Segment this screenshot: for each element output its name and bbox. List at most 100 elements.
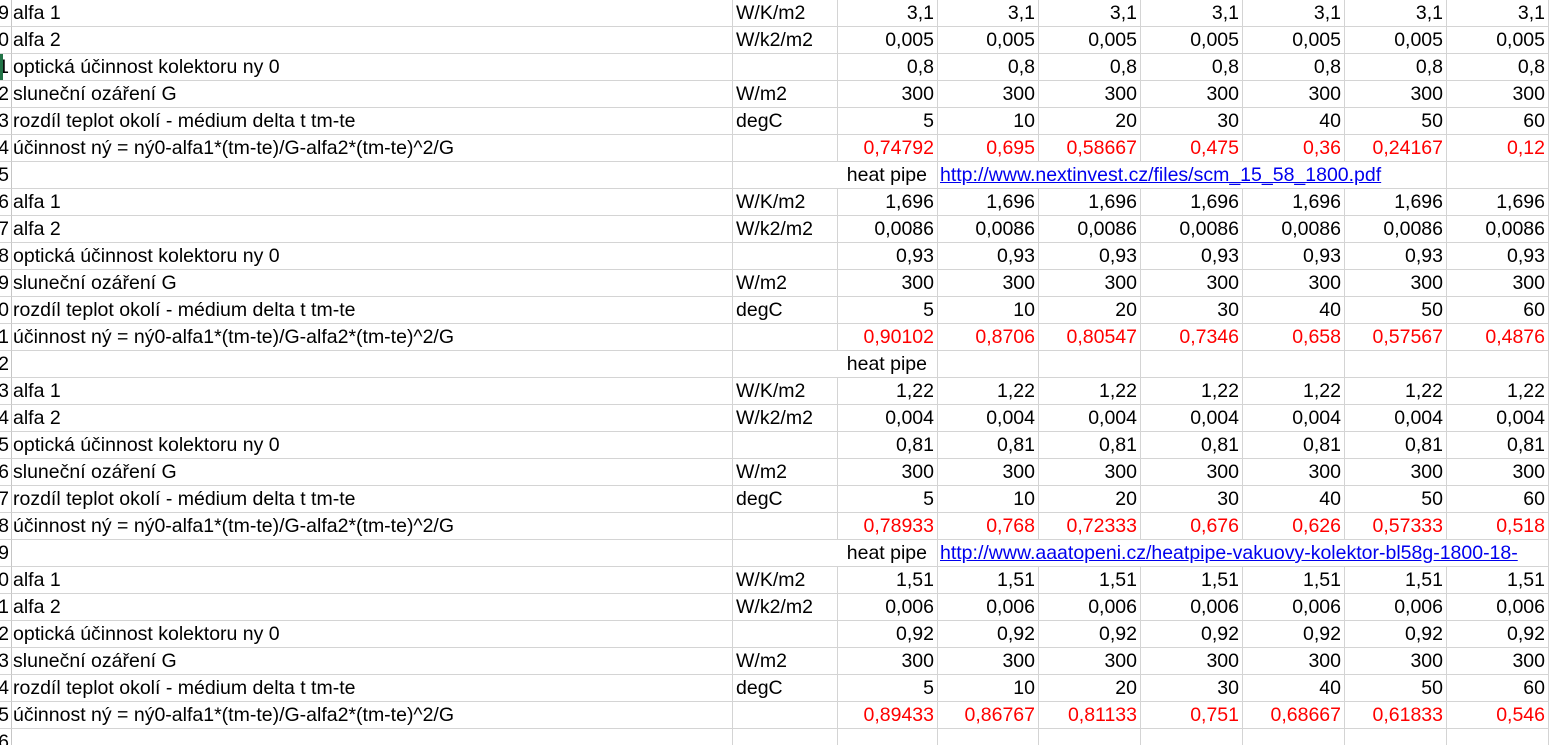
row-number[interactable]: 3 [0,648,12,675]
label-cell[interactable]: rozdíl teplot okolí - médium delta t tm-… [12,486,733,513]
value-cell[interactable]: 0,004 [836,405,938,432]
row-number[interactable]: 0 [0,567,12,594]
value-cell[interactable]: 30 [1141,297,1243,324]
value-cell[interactable]: 0,81 [836,432,938,459]
value-cell[interactable]: 300 [836,459,938,486]
value-cell[interactable] [1039,351,1141,378]
label-cell[interactable] [12,162,733,189]
label-cell[interactable]: rozdíl teplot okolí - médium delta t tm-… [12,297,733,324]
value-cell[interactable]: 1,696 [1141,189,1243,216]
row-number[interactable]: 1 [0,594,12,621]
value-cell[interactable]: 0,92 [1141,621,1243,648]
value-cell[interactable]: 0,57567 [1345,324,1447,351]
value-cell[interactable] [1243,351,1345,378]
value-cell[interactable]: 1,696 [1243,189,1345,216]
value-cell[interactable]: 60 [1447,486,1549,513]
value-cell[interactable]: 0,92 [937,621,1039,648]
value-cell[interactable]: 0,78933 [836,513,938,540]
value-cell[interactable]: 300 [836,81,938,108]
value-cell[interactable] [1345,729,1447,745]
value-cell[interactable]: 300 [1039,270,1141,297]
value-cell[interactable]: 0,005 [1345,27,1447,54]
row-number[interactable]: 4 [0,675,12,702]
value-cell[interactable]: 0,0086 [1243,216,1345,243]
value-cell[interactable]: 1,51 [1447,567,1549,594]
row-number[interactable]: 3 [0,378,12,405]
value-cell[interactable]: 1,696 [1447,189,1549,216]
value-cell[interactable]: 0,8 [1447,54,1549,81]
value-cell[interactable]: 0,006 [1345,594,1447,621]
label-cell[interactable]: optická účinnost kolektoru ny 0 [12,621,733,648]
value-cell[interactable]: 0,93 [1243,243,1345,270]
heat-pipe-label[interactable]: heat pipe [836,351,938,378]
value-cell[interactable]: 0,81 [1243,432,1345,459]
value-cell[interactable]: 0,006 [836,594,938,621]
value-cell[interactable]: 0,92 [1447,621,1549,648]
value-cell[interactable]: 5 [836,108,938,135]
value-cell[interactable]: 1,696 [937,189,1039,216]
value-cell[interactable]: 50 [1345,297,1447,324]
value-cell[interactable]: 0,93 [1141,243,1243,270]
value-cell[interactable]: 0,4876 [1447,324,1549,351]
value-cell[interactable]: 300 [1039,648,1141,675]
row-number[interactable]: 9 [0,540,12,567]
value-cell[interactable]: 0,8 [1243,54,1345,81]
label-cell[interactable]: alfa 2 [12,216,733,243]
label-cell[interactable]: účinnost ný = ný0-alfa1*(tm-te)/G-alfa2*… [12,702,733,729]
value-cell[interactable]: 60 [1447,675,1549,702]
value-cell[interactable]: 0,768 [937,513,1039,540]
value-cell[interactable]: 0,0086 [1141,216,1243,243]
value-cell[interactable]: 30 [1141,486,1243,513]
row-number[interactable]: 5 [0,432,12,459]
value-cell[interactable]: 1,696 [1345,189,1447,216]
value-cell[interactable]: 10 [937,675,1039,702]
unit-cell[interactable]: W/K/m2 [733,0,838,27]
value-cell[interactable]: 1,22 [836,378,938,405]
unit-cell[interactable]: W/k2/m2 [733,216,838,243]
value-cell[interactable]: 0,658 [1243,324,1345,351]
value-cell[interactable]: 3,1 [1243,0,1345,27]
value-cell[interactable]: 300 [1345,81,1447,108]
value-cell[interactable]: 3,1 [1141,0,1243,27]
value-cell[interactable]: 0,004 [937,405,1039,432]
label-cell[interactable]: alfa 1 [12,567,733,594]
value-cell[interactable] [836,729,938,745]
value-cell[interactable]: 0,57333 [1345,513,1447,540]
value-cell[interactable]: 3,1 [1345,0,1447,27]
hyperlink[interactable]: http://www.nextinvest.cz/files/scm_15_58… [940,162,1384,188]
value-cell[interactable]: 60 [1447,108,1549,135]
value-cell[interactable]: 0,92 [1243,621,1345,648]
label-cell[interactable]: účinnost ný = ný0-alfa1*(tm-te)/G-alfa2*… [12,513,733,540]
value-cell[interactable]: 3,1 [1039,0,1141,27]
label-cell[interactable]: alfa 1 [12,189,733,216]
value-cell[interactable]: 0,72333 [1039,513,1141,540]
value-cell[interactable]: 300 [1345,270,1447,297]
value-cell[interactable]: 0,8 [1141,54,1243,81]
unit-cell[interactable]: W/m2 [733,648,838,675]
unit-cell[interactable]: W/m2 [733,270,838,297]
label-cell[interactable]: rozdíl teplot okolí - médium delta t tm-… [12,108,733,135]
value-cell[interactable]: 10 [937,108,1039,135]
value-cell[interactable]: 0,518 [1447,513,1549,540]
value-cell[interactable]: 0,7346 [1141,324,1243,351]
value-cell[interactable]: 300 [1141,81,1243,108]
hyperlink[interactable]: http://www.aaatopeni.cz/heatpipe-vakuovy… [940,540,1520,566]
value-cell[interactable]: 40 [1243,108,1345,135]
label-cell[interactable]: alfa 2 [12,594,733,621]
value-cell[interactable]: 300 [1243,459,1345,486]
unit-cell[interactable] [733,621,838,648]
value-cell[interactable]: 0,546 [1447,702,1549,729]
unit-cell[interactable] [733,324,838,351]
value-cell[interactable]: 30 [1141,108,1243,135]
unit-cell[interactable] [733,729,838,745]
label-cell[interactable]: sluneční ozáření G [12,270,733,297]
value-cell[interactable]: 300 [1243,270,1345,297]
value-cell[interactable] [1039,729,1141,745]
label-cell[interactable]: alfa 1 [12,378,733,405]
value-cell[interactable]: 5 [836,486,938,513]
value-cell[interactable]: 0,004 [1039,405,1141,432]
unit-cell[interactable]: W/K/m2 [733,378,838,405]
value-cell[interactable]: 0,81133 [1039,702,1141,729]
value-cell[interactable]: 20 [1039,486,1141,513]
value-cell[interactable]: 1,22 [1243,378,1345,405]
